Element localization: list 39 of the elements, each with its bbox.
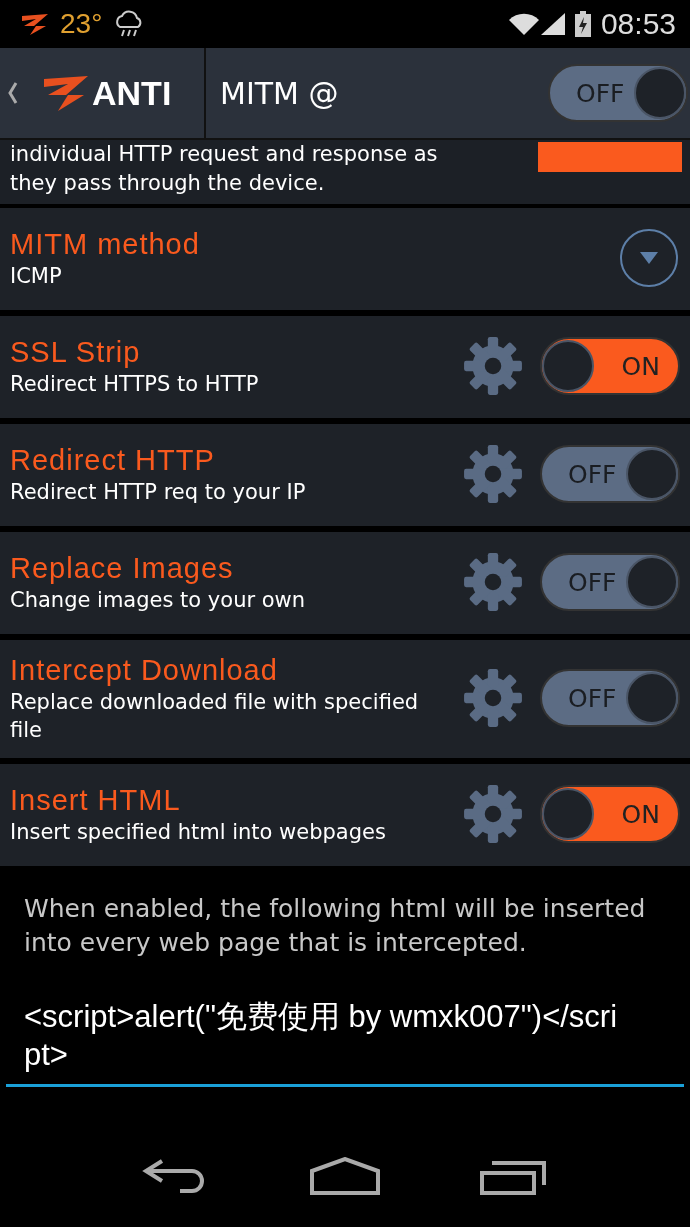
- option-title: SSL Strip: [10, 335, 142, 370]
- description: individual HTTP request and response as they pass through the device.: [10, 141, 439, 197]
- battery-icon: [574, 11, 591, 37]
- gear-icon[interactable]: [462, 335, 524, 397]
- gear-icon[interactable]: [462, 783, 524, 845]
- option-subtitle: Redirect HTTPS to HTTP: [10, 371, 260, 398]
- toggle-switch[interactable]: OFF: [540, 445, 680, 503]
- dropdown-arrow-icon: [639, 251, 659, 265]
- gear-icon[interactable]: [462, 667, 524, 729]
- option-title: MITM method: [10, 227, 201, 262]
- app-logo-icon: [20, 12, 50, 36]
- input-field[interactable]: <script>alert("免费使用 by wmxk007")</script>: [6, 960, 684, 1087]
- option-title: Insert HTML: [10, 783, 182, 818]
- option-subtitle: Redirect HTTP req to your IP: [10, 479, 307, 506]
- option-title: Redirect HTTP: [10, 443, 216, 478]
- option-subtitle: Replace downloaded file with specified file: [10, 689, 420, 744]
- app-logo-icon: [42, 73, 90, 113]
- option-title: Intercept Download: [10, 653, 279, 688]
- option-subtitle: Insert specified html into webpages: [10, 819, 387, 846]
- gear-icon[interactable]: [462, 443, 524, 505]
- back-caret-icon[interactable]: [8, 82, 18, 104]
- wifi-icon: [508, 13, 539, 35]
- toggle-switch[interactable]: ON: [540, 337, 680, 395]
- option-subtitle: Change images to your own: [10, 587, 307, 614]
- signal-icon: [540, 12, 565, 36]
- description: When enabled, the following html will be inserted into every web page that is intercepted.: [23, 893, 647, 959]
- home-icon[interactable]: [310, 1157, 380, 1197]
- option-title: Replace Images: [10, 551, 235, 586]
- toggle-switch[interactable]: ON: [540, 785, 680, 843]
- option-subtitle: ICMP: [10, 263, 63, 290]
- toggle-switch[interactable]: OFF: [540, 553, 680, 611]
- temperature: 23°: [60, 8, 103, 40]
- app-name: ANTI: [92, 73, 172, 113]
- toggle-switch[interactable]: OFF: [548, 64, 688, 122]
- screen-title: MITM @: [219, 75, 340, 111]
- gear-icon[interactable]: [462, 551, 524, 613]
- toggle-switch[interactable]: OFF: [540, 669, 680, 727]
- clock: 08:53: [600, 7, 676, 41]
- dropdown-button[interactable]: [620, 229, 678, 287]
